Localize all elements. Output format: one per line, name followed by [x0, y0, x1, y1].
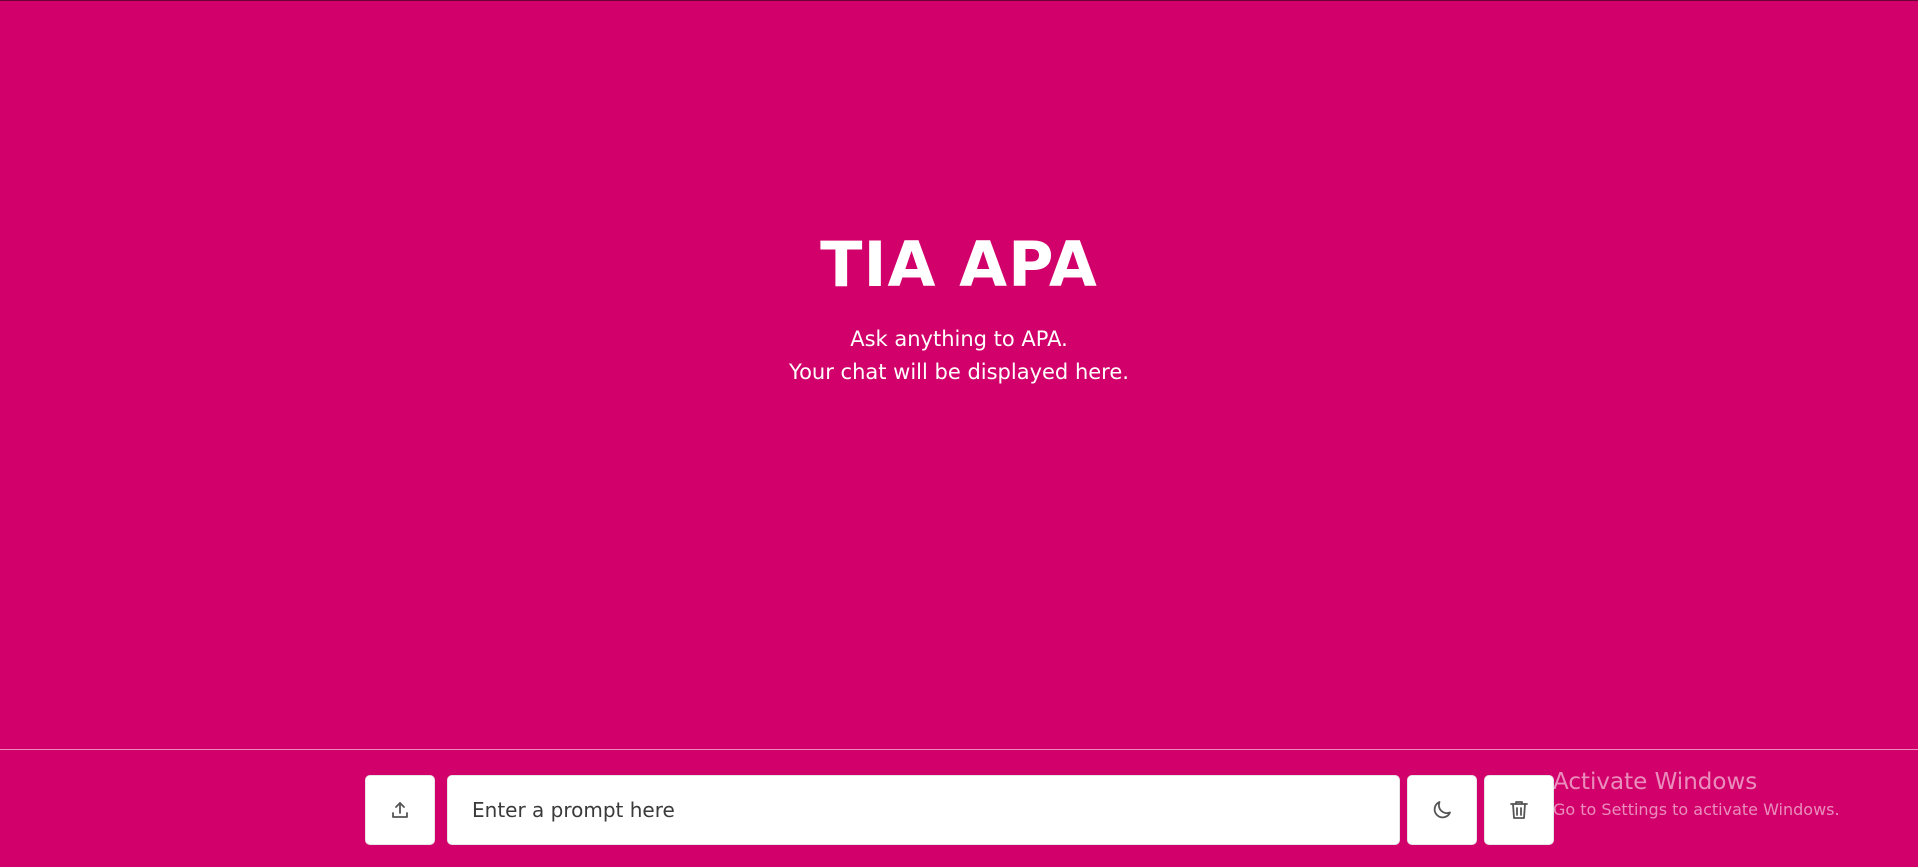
watermark-title: Activate Windows	[1553, 769, 1758, 795]
upload-button[interactable]	[365, 775, 435, 845]
welcome-message: Ask anything to APA. Your chat will be d…	[0, 323, 1918, 389]
upload-icon	[392, 802, 408, 818]
theme-toggle-button[interactable]	[1407, 775, 1477, 845]
delete-chat-button[interactable]	[1484, 775, 1554, 845]
app-title: TIA APA	[820, 228, 1098, 301]
watermark-subtitle: Go to Settings to activate Windows.	[1553, 800, 1840, 819]
trash-icon	[1510, 801, 1528, 819]
welcome-panel: TIA APA Ask anything to APA. Your chat w…	[0, 225, 1918, 389]
welcome-line-1: Ask anything to APA.	[850, 327, 1068, 351]
prompt-input[interactable]	[448, 776, 1399, 844]
prompt-field[interactable]	[447, 775, 1400, 845]
moon-icon	[1433, 801, 1451, 819]
welcome-line-2: Your chat will be displayed here.	[789, 360, 1129, 384]
activate-windows-watermark: Activate Windows Go to Settings to activ…	[1553, 767, 1840, 821]
window-top-edge	[0, 0, 1918, 1]
